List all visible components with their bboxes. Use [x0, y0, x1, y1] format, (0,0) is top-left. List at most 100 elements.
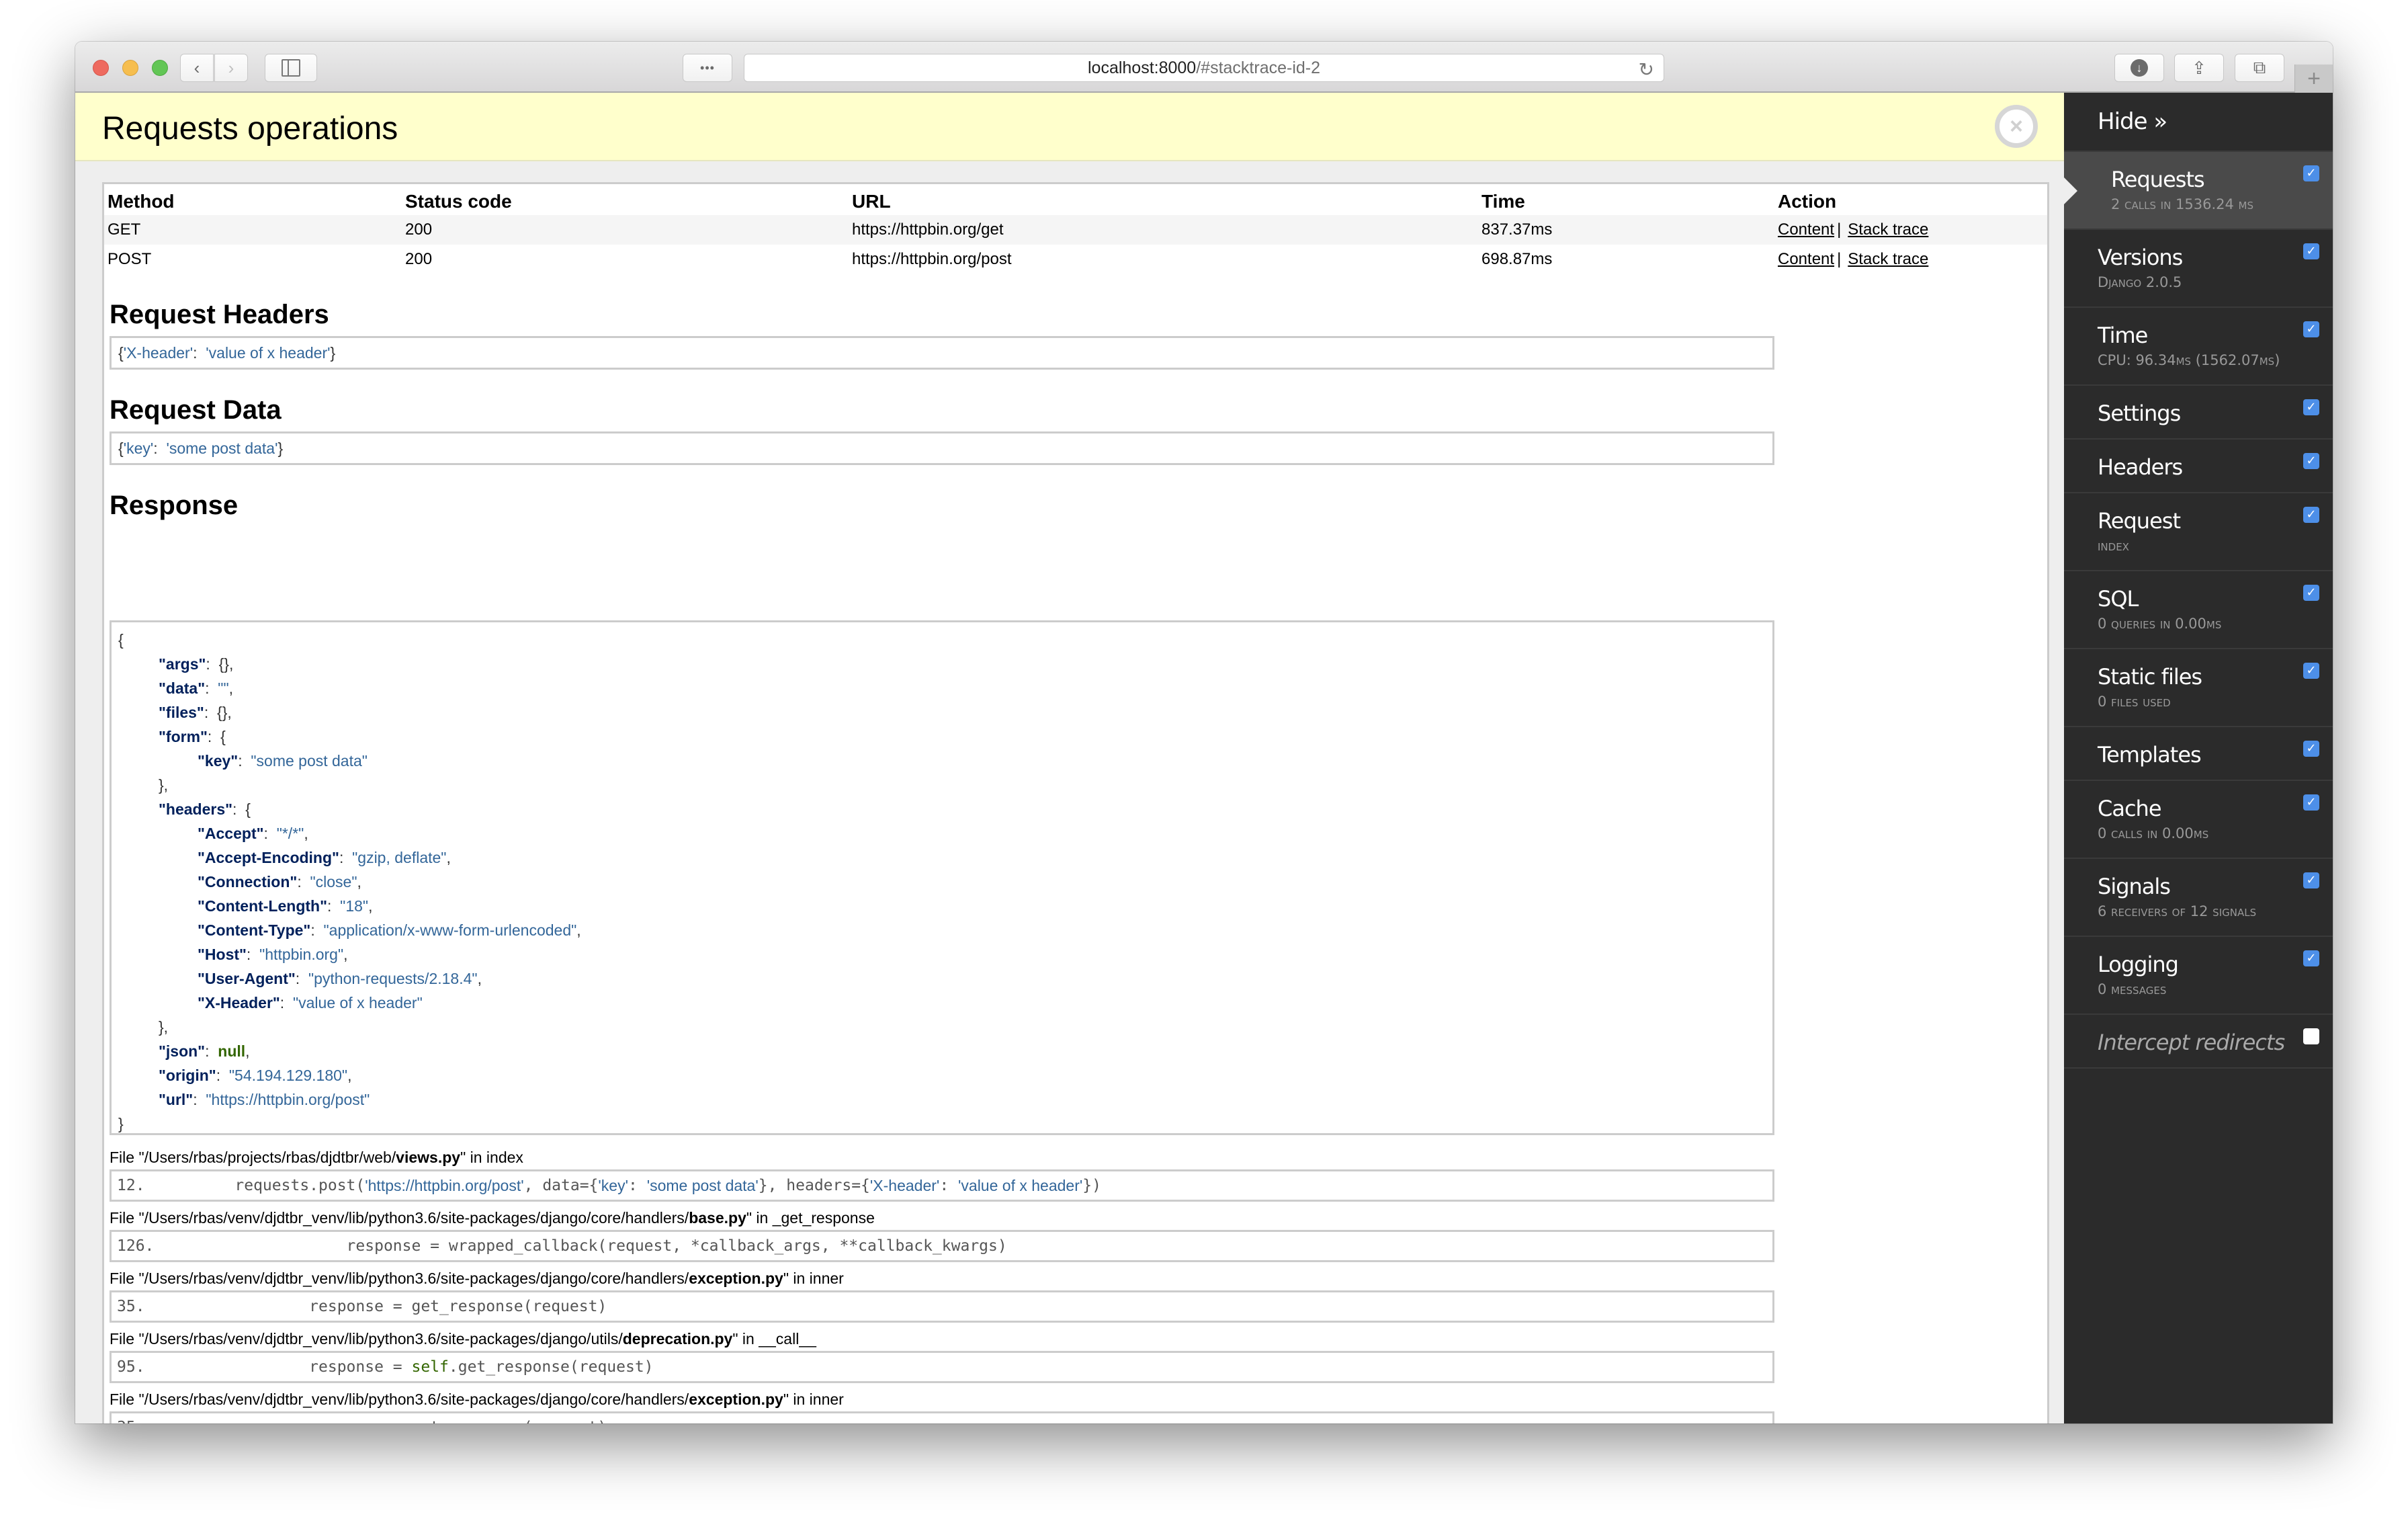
intercept-redirects-checkbox[interactable] — [2303, 1028, 2319, 1044]
reload-icon[interactable]: ↻ — [1639, 58, 1654, 81]
address-bar[interactable]: localhost:8000/#stacktrace-id-2 ↻ — [744, 54, 1664, 82]
cell-url: https://httpbin.org/post — [852, 250, 1012, 268]
forward-button[interactable]: › — [214, 54, 248, 82]
request-headers-box: {'X-header': 'value of x header'} — [110, 336, 1774, 370]
sidebar-item-requests[interactable]: Requests 2 calls in 1536.24 ms ✓ — [2064, 152, 2333, 230]
sidebar-item-versions[interactable]: Versions Django 2.0.5 ✓ — [2064, 230, 2333, 308]
panel-toggle-checkbox[interactable]: ✓ — [2303, 453, 2319, 469]
url-hash: /#stacktrace-id-2 — [1196, 58, 1321, 77]
sidebar-item-settings[interactable]: Settings ✓ — [2064, 386, 2333, 440]
sidebar-item-templates[interactable]: Templates ✓ — [2064, 727, 2333, 781]
download-icon: ↓ — [2131, 59, 2148, 77]
panel-toggle-checkbox[interactable]: ✓ — [2303, 663, 2319, 679]
panel-toggle-checkbox[interactable]: ✓ — [2303, 741, 2319, 757]
action-separator: | — [1837, 220, 1842, 239]
sidebar-item-request[interactable]: Request index ✓ — [2064, 493, 2333, 571]
stack-trace: File "/Users/rbas/projects/rbas/djdtbr/w… — [110, 1141, 1774, 1423]
panel-toggle-checkbox[interactable]: ✓ — [2303, 872, 2319, 888]
json-line: "Connection": "close", — [198, 873, 361, 891]
panel-toggle-checkbox[interactable]: ✓ — [2303, 794, 2319, 811]
stack-frame-code: 12. requests.post('https://httpbin.org/p… — [110, 1169, 1774, 1202]
stack-frame-file: File "/Users/rbas/venv/djdtbr_venv/lib/p… — [110, 1270, 844, 1287]
panel-toggle-checkbox[interactable]: ✓ — [2303, 950, 2319, 966]
sidebar-item-cache[interactable]: Cache 0 calls in 0.00ms ✓ — [2064, 781, 2333, 859]
json-line: "User-Agent": "python-requests/2.18.4", — [198, 970, 482, 987]
json-line: "Accept-Encoding": "gzip, deflate", — [198, 849, 451, 866]
table-row: POST 200 https://httpbin.org/post 698.87… — [104, 245, 2047, 274]
data-key: 'key' — [123, 439, 154, 457]
json-line: "form": { — [159, 728, 226, 745]
cell-time: 698.87ms — [1481, 250, 1553, 268]
stack-frame-file: File "/Users/rbas/venv/djdtbr_venv/lib/p… — [110, 1391, 844, 1408]
sidebar-item-signals[interactable]: Signals 6 receivers of 12 signals ✓ — [2064, 859, 2333, 937]
json-line: "key": "some post data" — [198, 752, 368, 770]
column-header-action: Action — [1778, 191, 1837, 212]
stack-frame-code: 35. response = get_response(request) — [110, 1411, 1774, 1423]
cell-url: https://httpbin.org/get — [849, 215, 1478, 245]
stack-trace-link[interactable]: Stack trace — [1848, 250, 1928, 268]
back-button[interactable]: ‹ — [180, 54, 214, 82]
json-line: "files": {}, — [159, 704, 232, 721]
downloads-button[interactable]: ↓ — [2114, 54, 2164, 82]
sidebar-item-intercept-redirects[interactable]: Intercept redirects — [2064, 1015, 2333, 1069]
column-header-url: URL — [852, 191, 891, 212]
response-box: { "args": {}, "data": "", "files": {}, "… — [110, 620, 1774, 1135]
panel-body[interactable]: Method Status code URL Time Action GET 2… — [102, 182, 2049, 1423]
cell-action: Content | Stack trace — [1774, 245, 2047, 274]
table-header-row: Method Status code URL Time Action — [104, 184, 2047, 215]
close-window-button[interactable] — [93, 60, 109, 76]
stack-frame-code: 35. response = get_response(request) — [110, 1290, 1774, 1323]
action-separator: | — [1837, 250, 1842, 268]
content-link[interactable]: Content — [1778, 220, 1834, 239]
requests-table: Method Status code URL Time Action GET 2… — [104, 184, 2047, 274]
column-header-status: Status code — [405, 191, 512, 212]
new-tab-button[interactable]: + — [2294, 65, 2333, 93]
close-panel-button[interactable]: × — [1995, 105, 2038, 148]
json-line: "url": "https://httpbin.org/post" — [159, 1091, 370, 1108]
cell-status: 200 — [402, 215, 849, 245]
panel-toggle-checkbox[interactable]: ✓ — [2303, 507, 2319, 523]
column-header-method: Method — [108, 191, 175, 212]
tabs-icon: ⧉ — [2253, 57, 2266, 77]
sidebar-icon — [282, 59, 300, 77]
table-row: GET 200 https://httpbin.org/get 837.37ms… — [104, 215, 2047, 245]
sidebar-item-time[interactable]: Time CPU: 96.34ms (1562.07ms) ✓ — [2064, 308, 2333, 386]
header-key: 'X-header' — [123, 343, 194, 362]
sidebar-toggle-button[interactable] — [265, 54, 317, 82]
sidebar-item-static-files[interactable]: Static files 0 files used ✓ — [2064, 649, 2333, 727]
panel-header: Requests operations × — [75, 93, 2064, 161]
show-tabs-button[interactable]: ⧉ — [2235, 54, 2284, 82]
hide-toolbar-button[interactable]: Hide » — [2064, 93, 2333, 152]
cell-action: Content | Stack trace — [1774, 215, 2047, 245]
zoom-window-button[interactable] — [152, 60, 168, 76]
page-actions-button[interactable]: ••• — [683, 54, 732, 82]
stack-trace-link[interactable]: Stack trace — [1848, 220, 1928, 239]
cell-method: GET — [104, 215, 402, 245]
json-line: "Accept": "*/*", — [198, 825, 308, 842]
panel-toggle-checkbox[interactable]: ✓ — [2303, 165, 2319, 181]
json-line: "Content-Type": "application/x-www-form-… — [198, 921, 581, 939]
minimize-window-button[interactable] — [122, 60, 138, 76]
stack-frame-file: File "/Users/rbas/venv/djdtbr_venv/lib/p… — [110, 1330, 816, 1348]
panel-toggle-checkbox[interactable]: ✓ — [2303, 321, 2319, 337]
sidebar-item-logging[interactable]: Logging 0 messages ✓ — [2064, 937, 2333, 1015]
panel-toggle-checkbox[interactable]: ✓ — [2303, 399, 2319, 415]
url-host: localhost:8000 — [1087, 58, 1197, 77]
panel-title: Requests operations — [102, 111, 398, 147]
header-value: 'value of x header' — [206, 343, 331, 362]
panel-toggle-checkbox[interactable]: ✓ — [2303, 585, 2319, 601]
cell-time: 837.37ms — [1478, 215, 1774, 245]
sidebar-item-headers[interactable]: Headers ✓ — [2064, 440, 2333, 493]
request-data-box: {'key': 'some post data'} — [110, 431, 1774, 465]
json-line: "Content-Length": "18", — [198, 897, 373, 915]
share-button[interactable]: ⇪ — [2174, 54, 2224, 82]
json-line: "Host": "httpbin.org", — [198, 946, 348, 963]
stack-frame-code: 95. response = self .get_response(request… — [110, 1351, 1774, 1383]
active-indicator — [2064, 177, 2077, 204]
sidebar-item-sql[interactable]: SQL 0 queries in 0.00ms ✓ — [2064, 571, 2333, 649]
panel-toggle-checkbox[interactable]: ✓ — [2303, 243, 2319, 259]
content-link[interactable]: Content — [1778, 250, 1834, 268]
data-value: 'some post data' — [166, 439, 278, 457]
close-icon: × — [2010, 113, 2023, 139]
stack-frame-file: File "/Users/rbas/venv/djdtbr_venv/lib/p… — [110, 1209, 875, 1227]
